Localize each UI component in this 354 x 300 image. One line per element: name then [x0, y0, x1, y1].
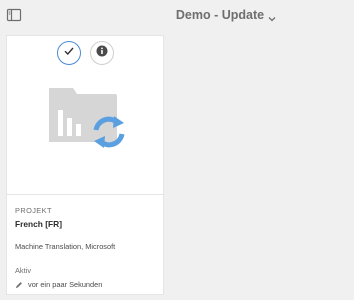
project-card[interactable]: PROJEKT French [FR] Machine Translation,… — [6, 35, 164, 295]
card-thumbnail[interactable] — [7, 36, 163, 195]
select-button[interactable] — [57, 41, 81, 65]
card-modified: vor ein paar Sekunden — [15, 280, 157, 289]
info-button[interactable] — [90, 41, 114, 65]
page-title-dropdown[interactable]: Demo - Update — [0, 8, 354, 24]
info-icon — [96, 44, 108, 62]
card-metadata: PROJEKT French [FR] Machine Translation,… — [15, 206, 157, 289]
card-modified-text: vor ein paar Sekunden — [28, 280, 103, 289]
checkmark-icon — [63, 44, 75, 62]
card-type-label: PROJEKT — [15, 206, 52, 215]
pencil-icon — [16, 281, 22, 288]
chart-placeholder-icon — [47, 84, 127, 156]
page-title: Demo - Update — [175, 8, 265, 22]
chevron-down-icon — [268, 12, 276, 22]
card-title[interactable]: French [FR] — [15, 219, 157, 229]
top-bar: Demo - Update — [0, 0, 354, 31]
card-description: Machine Translation, Microsoft — [15, 242, 116, 251]
card-status: Aktiv — [15, 266, 32, 275]
